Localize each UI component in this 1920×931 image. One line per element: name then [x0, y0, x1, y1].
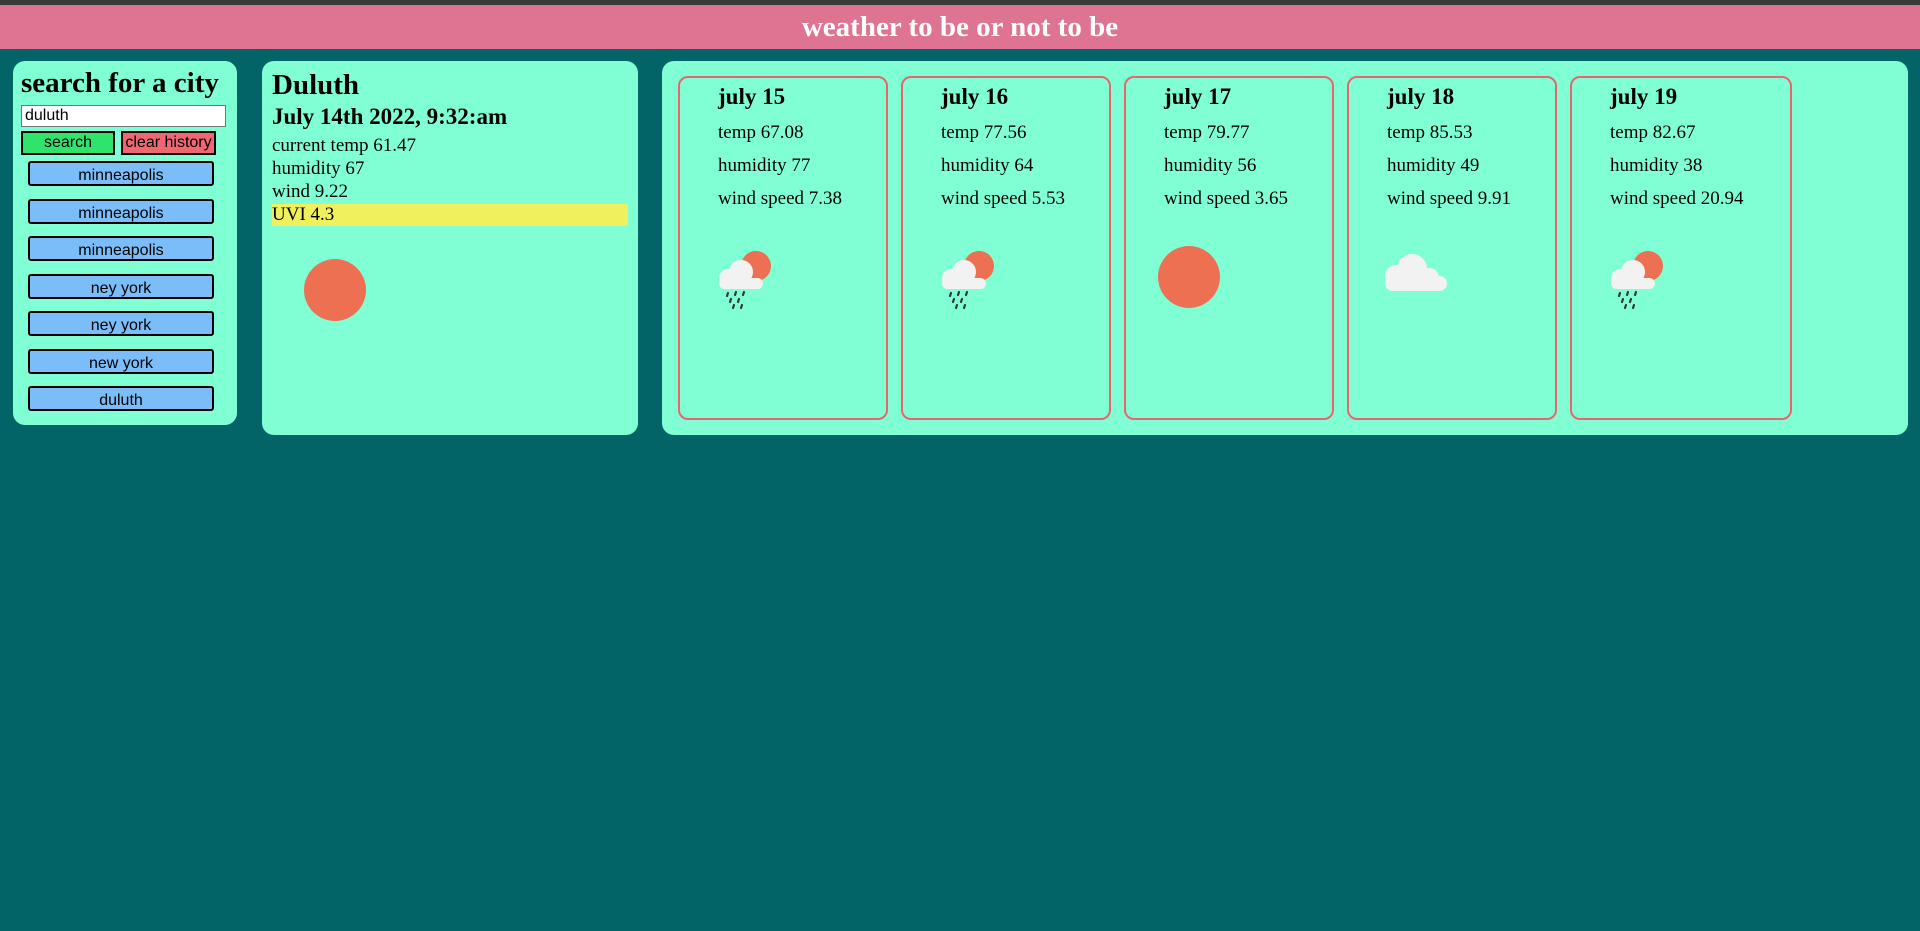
forecast-humidity: humidity 56	[1164, 155, 1257, 176]
forecast-wind: wind speed 20.94	[1610, 188, 1744, 209]
search-panel: search for a city search clear history m…	[13, 61, 237, 425]
forecast-date: july 17	[1164, 84, 1232, 109]
search-button[interactable]: search	[21, 131, 115, 155]
current-wind: wind 9.22	[272, 181, 348, 202]
forecast-date: july 16	[941, 84, 1009, 109]
forecast-temp: temp 85.53	[1387, 122, 1473, 143]
forecast-date: july 15	[718, 84, 786, 109]
forecast-temp: temp 67.08	[718, 122, 804, 143]
forecast-humidity: humidity 77	[718, 155, 811, 176]
clear-history-button[interactable]: clear history	[121, 131, 216, 155]
forecast-temp: temp 77.56	[941, 122, 1027, 143]
forecast-card: july 15 temp 67.08 humidity 77 wind spee…	[678, 76, 888, 420]
forecast-humidity: humidity 38	[1610, 155, 1703, 176]
forecast-humidity: humidity 64	[941, 155, 1034, 176]
history-item[interactable]: new york	[28, 348, 214, 374]
history-item[interactable]: minneapolis	[28, 161, 214, 186]
search-history-list: minneapolis minneapolis minneapolis ney …	[28, 161, 214, 424]
current-temp: current temp 61.47	[272, 135, 417, 156]
current-humidity: humidity 67	[272, 158, 365, 179]
history-item[interactable]: duluth	[28, 386, 214, 411]
forecast-date: july 18	[1387, 84, 1455, 109]
forecast-humidity: humidity 49	[1387, 155, 1480, 176]
page-title: weather to be or not to be	[801, 11, 1119, 43]
forecast-card: july 17 temp 79.77 humidity 56 wind spee…	[1124, 76, 1334, 420]
forecast-wind: wind speed 7.38	[718, 188, 843, 209]
city-search-input[interactable]	[21, 105, 226, 127]
forecast-card: july 18 temp 85.53 humidity 49 wind spee…	[1347, 76, 1557, 420]
forecast-date: july 19	[1610, 84, 1678, 109]
history-item[interactable]: ney york	[28, 273, 214, 299]
history-item[interactable]: minneapolis	[28, 198, 214, 224]
forecast-temp: temp 79.77	[1164, 122, 1250, 143]
sun-cloud-rain-icon	[1611, 251, 1663, 310]
sun-cloud-rain-icon	[942, 251, 994, 310]
forecast-wind: wind speed 9.91	[1387, 188, 1512, 209]
page-header: weather to be or not to be	[0, 5, 1920, 49]
history-item[interactable]: minneapolis	[28, 236, 214, 261]
forecast-wind: wind speed 5.53	[941, 188, 1066, 209]
current-date: July 14th 2022, 9:32:am	[272, 104, 508, 129]
cloud-icon	[1385, 254, 1447, 291]
uvi-badge: UVI 4.3	[272, 204, 628, 226]
forecast-temp: temp 82.67	[1610, 122, 1696, 143]
sun-icon	[304, 259, 366, 321]
history-item[interactable]: ney york	[28, 311, 214, 336]
current-weather-panel: Duluth July 14th 2022, 9:32:am current t…	[262, 61, 638, 435]
sun-icon	[1158, 246, 1220, 308]
sun-cloud-rain-icon	[719, 251, 771, 310]
forecast-panel: july 15 temp 67.08 humidity 77 wind spee…	[662, 61, 1908, 435]
forecast-wind: wind speed 3.65	[1164, 188, 1289, 209]
search-title: search for a city	[21, 67, 219, 99]
forecast-card: july 16 temp 77.56 humidity 64 wind spee…	[901, 76, 1111, 420]
city-name: Duluth	[272, 69, 360, 101]
forecast-card: july 19 temp 82.67 humidity 38 wind spee…	[1570, 76, 1792, 420]
